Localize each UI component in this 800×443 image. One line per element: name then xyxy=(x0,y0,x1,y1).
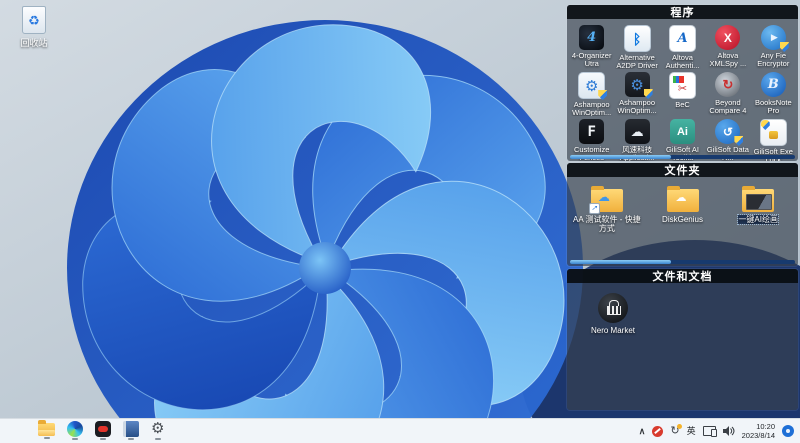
app-label: BooksNote Pro xyxy=(754,99,792,116)
folder-diskgenius[interactable]: DiskGenius xyxy=(649,185,717,233)
app-shortcut-beyond-compare[interactable]: Beyond Compare 4 xyxy=(705,69,750,116)
clock-time: 10:20 xyxy=(756,421,775,431)
app-shortcut-bec[interactable]: BeC xyxy=(660,69,705,116)
notification-badge-icon[interactable] xyxy=(782,425,794,437)
folder-icon xyxy=(666,186,699,212)
taskbar-edge[interactable] xyxy=(67,421,83,440)
fence-folders-header[interactable]: 文件夹 xyxy=(567,163,798,177)
reader-app-icon xyxy=(123,421,139,437)
app-shortcut-altova-authentic[interactable]: Altova Authenti... xyxy=(660,22,705,69)
app-shortcut-booksnote[interactable]: BooksNote Pro xyxy=(751,69,796,116)
clock-date: 2023/8/14 xyxy=(741,431,775,440)
encryptor-icon xyxy=(760,25,786,50)
basket-glyph xyxy=(607,306,621,315)
clock-datetime[interactable]: 10:20 2023/8/14 xyxy=(742,422,775,441)
app-label: Altova XMLSpy ... xyxy=(709,52,747,69)
app-label: Beyond Compare 4 xyxy=(709,99,747,116)
blocked-status-icon[interactable] xyxy=(652,425,664,437)
running-indicator xyxy=(128,438,134,440)
app-label: Altova Authenti... xyxy=(665,54,700,69)
sync-update-icon[interactable]: ↻ xyxy=(670,423,682,437)
ime-language-indicator[interactable]: 英 xyxy=(687,426,696,436)
fences-icon xyxy=(579,119,605,144)
fence-folders: 文件夹 ➚ AA 测试软件 - 快捷方式 DiskGenius 一键AI绘画 xyxy=(567,163,798,266)
app-label: Alternative A2DP Driver xyxy=(616,54,658,69)
app-label: Any Fie Encryptor xyxy=(757,52,790,69)
organizer-icon xyxy=(579,25,605,50)
speaker-volume-icon[interactable] xyxy=(722,426,735,436)
settings-gear-icon: ⚙ xyxy=(151,420,165,437)
recycle-bin-shortcut[interactable]: 回收站 xyxy=(8,6,60,49)
app-label: 4-Organizer Utra xyxy=(571,52,612,69)
app-label: Ashampoo WinOptim... xyxy=(572,101,612,116)
fence-files: 文件和文档 Nero Market xyxy=(567,269,798,410)
app-label: BeC xyxy=(675,101,690,109)
taskbar-file-explorer[interactable] xyxy=(38,420,55,439)
taskbar-apps: ⚙ xyxy=(0,419,164,443)
data-recovery-icon xyxy=(715,119,741,144)
folder-label-selected: 一键AI绘画 xyxy=(737,213,779,226)
taskbar-reader-app[interactable] xyxy=(123,421,139,440)
app-shortcut-winoptimizer-2[interactable]: Ashampoo WinOptim... xyxy=(614,69,659,116)
taskbar-settings[interactable]: ⚙ xyxy=(151,421,164,440)
ai-toolkit-icon xyxy=(669,119,695,144)
bluetooth-driver-icon xyxy=(623,25,651,52)
fence-folders-title: 文件夹 xyxy=(664,165,701,177)
bec-scissors-icon xyxy=(668,72,696,99)
fence-programs: 程序 4-Organizer Utra Alternative A2DP Dri… xyxy=(567,5,798,161)
fence-files-header[interactable]: 文件和文档 xyxy=(567,269,798,283)
fence-programs-header[interactable]: 程序 xyxy=(567,5,798,19)
folder-label: AA 测试软件 - 快捷方式 xyxy=(573,215,641,234)
programs-scrollbar[interactable] xyxy=(570,155,795,159)
folder-ai-paint[interactable]: 一键AI绘画 xyxy=(724,185,792,233)
shortcut-arrow-icon: ➚ xyxy=(588,203,600,214)
app-shortcut-winoptimizer-1[interactable]: Ashampoo WinOptim... xyxy=(569,69,614,116)
exe-lock-icon xyxy=(759,119,787,146)
fence-programs-title: 程序 xyxy=(670,7,695,19)
cloud-app-icon xyxy=(624,119,650,144)
file-label: Nero Market xyxy=(590,326,635,335)
folder-label: DiskGenius xyxy=(662,215,703,224)
folders-scrollbar[interactable] xyxy=(570,260,795,264)
app-shortcut-a2dp-driver[interactable]: Alternative A2DP Driver xyxy=(614,22,659,69)
running-indicator xyxy=(100,438,106,440)
app-shortcut-encryptor[interactable]: Any Fie Encryptor xyxy=(751,22,796,69)
fence-files-title: 文件和文档 xyxy=(652,271,713,283)
media-app-icon xyxy=(95,421,111,437)
winoptimizer-dark-icon xyxy=(624,72,650,97)
folders-row: ➚ AA 测试软件 - 快捷方式 DiskGenius 一键AI绘画 xyxy=(567,177,798,233)
start-button[interactable] xyxy=(10,421,26,440)
app-shortcut-4-organizer[interactable]: 4-Organizer Utra xyxy=(569,22,614,69)
beyond-compare-icon xyxy=(715,72,741,97)
system-tray: ∧ ↻ 英 10:20 2023/8/14 xyxy=(639,419,794,443)
folder-aa-test-shortcut[interactable]: ➚ AA 测试软件 - 快捷方式 xyxy=(573,185,641,233)
windows-start-icon xyxy=(10,421,26,437)
taskbar: ⚙ ∧ ↻ 英 10:20 2023/8/14 xyxy=(0,418,800,443)
running-indicator xyxy=(154,438,161,440)
files-body: Nero Market xyxy=(567,283,798,335)
app-label: Ashampoo WinOptim... xyxy=(617,99,657,116)
xmlspy-icon xyxy=(715,25,741,50)
app-shortcut-xmlspy[interactable]: Altova XMLSpy ... xyxy=(705,22,750,69)
folder-image-icon xyxy=(742,186,775,212)
file-explorer-icon xyxy=(38,420,55,436)
edge-browser-icon xyxy=(67,421,83,437)
devices-monitor-icon[interactable] xyxy=(702,426,717,437)
tray-chevron-up-icon[interactable]: ∧ xyxy=(639,426,646,436)
recycle-bin-icon xyxy=(22,6,46,34)
winoptimizer-light-icon xyxy=(578,72,606,99)
altova-authentic-icon xyxy=(668,25,696,52)
folder-shortcut-icon: ➚ xyxy=(588,186,623,214)
nero-market-basket-icon xyxy=(598,293,628,323)
taskbar-media-app[interactable] xyxy=(95,421,111,440)
file-nero-market[interactable]: Nero Market xyxy=(579,293,647,335)
running-indicator xyxy=(43,437,50,439)
recycle-bin-label: 回收站 xyxy=(20,38,48,48)
booksnote-icon xyxy=(760,72,786,97)
programs-grid: 4-Organizer Utra Alternative A2DP Driver… xyxy=(567,19,798,161)
running-indicator xyxy=(72,438,78,440)
